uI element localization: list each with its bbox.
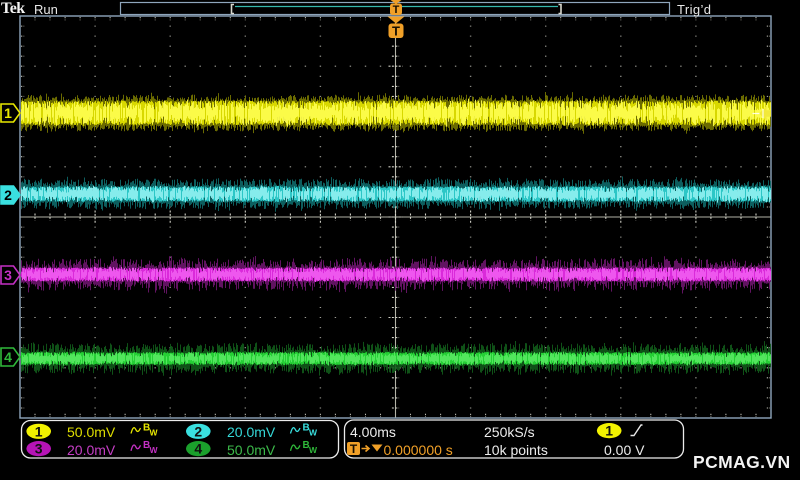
svg-text:4: 4 bbox=[194, 441, 202, 457]
svg-text:4: 4 bbox=[4, 349, 12, 365]
svg-text:W: W bbox=[309, 428, 318, 438]
svg-text:2: 2 bbox=[4, 187, 12, 203]
svg-text:3: 3 bbox=[35, 441, 43, 457]
svg-text:W: W bbox=[309, 445, 318, 455]
svg-text:1: 1 bbox=[35, 423, 43, 439]
svg-text:T: T bbox=[350, 442, 358, 456]
svg-text:T: T bbox=[392, 24, 400, 39]
svg-text:W: W bbox=[150, 428, 159, 438]
svg-text:1: 1 bbox=[4, 105, 12, 121]
svg-text:W: W bbox=[150, 445, 159, 455]
svg-text:T: T bbox=[393, 4, 400, 16]
svg-text:3: 3 bbox=[4, 267, 12, 283]
svg-text:1: 1 bbox=[605, 423, 613, 439]
svg-text:2: 2 bbox=[194, 423, 202, 439]
